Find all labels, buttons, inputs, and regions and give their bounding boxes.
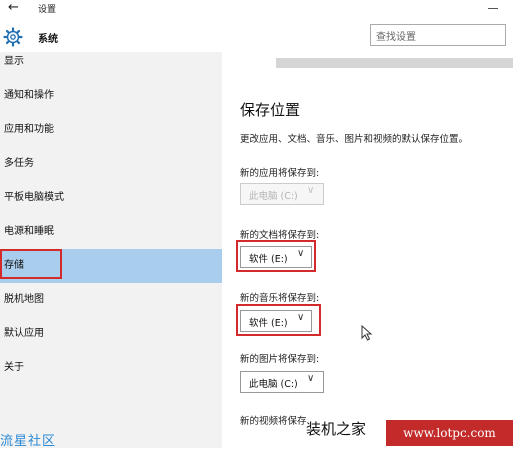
pictures-save-value: 此电脑 (C:)	[249, 379, 298, 390]
sidebar-item-power-sleep[interactable]: 电源和睡眠	[0, 215, 222, 249]
apps-save-value: 此电脑 (C:)	[249, 191, 298, 202]
section-title: 保存位置	[240, 101, 301, 119]
search-input[interactable]: 查找设置	[376, 28, 416, 43]
chevron-down-icon: ∨	[307, 373, 315, 384]
pictures-save-label: 新的图片将保存到:	[240, 354, 320, 365]
sidebar-item-tablet-mode[interactable]: 平板电脑模式	[0, 181, 222, 215]
watermark-left: 流星社区	[0, 434, 57, 449]
section-description: 更改应用、文档、音乐、图片和视频的默认保存位置。	[240, 134, 469, 145]
page-title: 系统	[38, 34, 58, 45]
documents-highlight-box	[236, 240, 316, 272]
watermark-right-text: 装机之家	[306, 420, 367, 438]
sidebar-item-about[interactable]: 关于	[0, 351, 222, 385]
apps-save-label: 新的应用将保存到:	[240, 168, 320, 179]
minimize-button[interactable]	[488, 8, 498, 9]
watermark-right-url: www.lotpc.com	[386, 420, 513, 446]
sidebar-item-multitasking[interactable]: 多任务	[0, 147, 222, 181]
sidebar-item-offline-maps[interactable]: 脱机地图	[0, 283, 222, 317]
gear-icon	[3, 27, 23, 47]
title-bar	[0, 0, 513, 18]
sidebar-item-apps[interactable]: 应用和功能	[0, 113, 222, 147]
music-highlight-box	[236, 304, 321, 336]
storage-highlight-box	[0, 249, 62, 279]
storage-usage-bar	[276, 58, 513, 68]
sidebar-item-notifications[interactable]: 通知和操作	[0, 79, 222, 113]
back-arrow-icon[interactable]: ←	[8, 0, 19, 16]
chevron-down-icon: ∨	[307, 185, 315, 196]
mouse-cursor-icon	[361, 325, 373, 341]
sidebar-item-default-apps[interactable]: 默认应用	[0, 317, 222, 351]
apps-save-dropdown: 此电脑 (C:) ∨	[240, 183, 324, 205]
documents-save-label: 新的文档将保存到:	[240, 230, 320, 241]
sidebar-item-display[interactable]: 显示	[0, 45, 222, 79]
videos-save-label: 新的视频将保存	[240, 416, 307, 427]
pictures-save-dropdown[interactable]: 此电脑 (C:) ∨	[240, 371, 324, 393]
music-save-label: 新的音乐将保存到:	[240, 293, 320, 304]
window-title: 设置	[38, 5, 57, 15]
